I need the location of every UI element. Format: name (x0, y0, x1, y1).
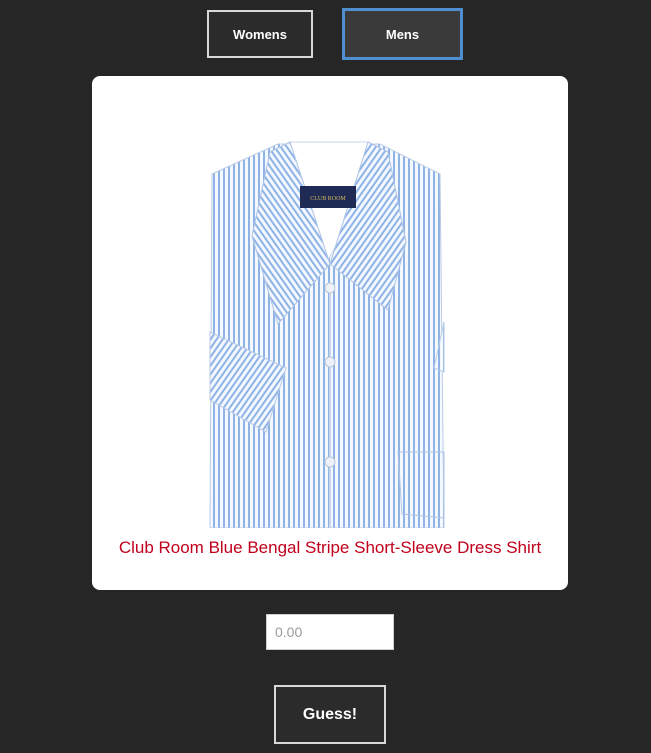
guess-button[interactable]: Guess! (274, 685, 386, 744)
price-guess-input[interactable] (266, 614, 394, 650)
product-title: Club Room Blue Bengal Stripe Short-Sleev… (118, 538, 542, 557)
brand-tag: CLUB ROOM (310, 196, 346, 202)
womens-button[interactable]: Womens (207, 10, 313, 58)
price-guess-page: Womens Mens CLUB ROOM Club Room Blue Ben… (0, 0, 651, 753)
product-image: CLUB ROOM (209, 141, 445, 528)
product-card: CLUB ROOM Club Room Blue Bengal Stripe S… (92, 76, 568, 590)
mens-button[interactable]: Mens (342, 8, 463, 60)
